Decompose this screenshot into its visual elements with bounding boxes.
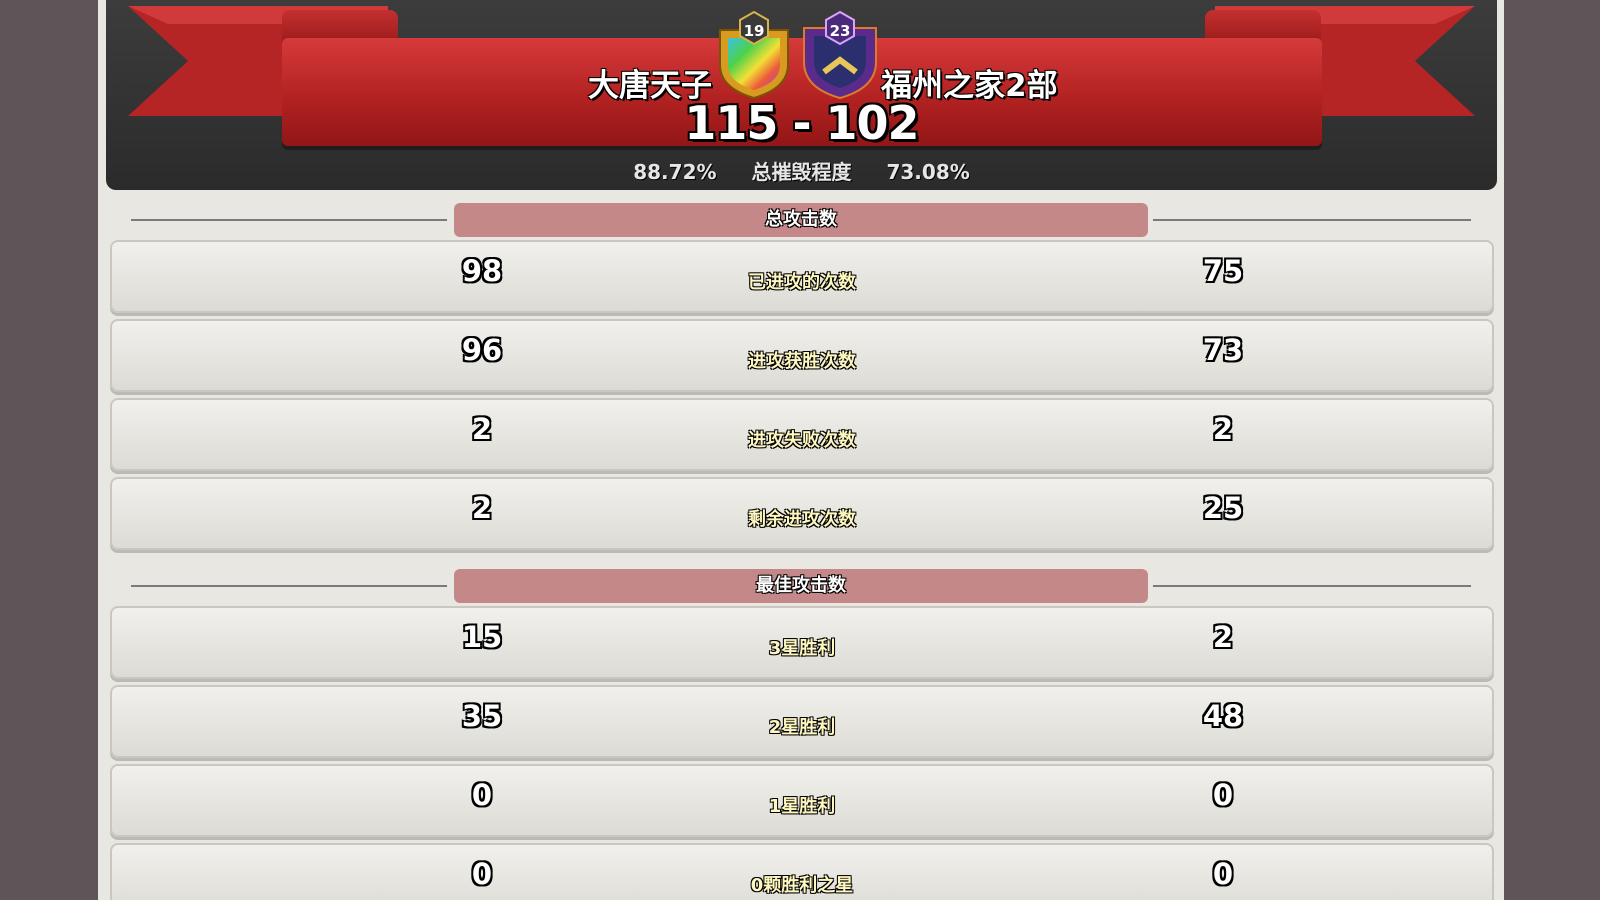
stat-row-two-star: 35 2星胜利 48 — [110, 685, 1494, 758]
right-clan-level: 23 — [829, 22, 851, 40]
stat-row-three-star: 15 3星胜利 2 — [110, 606, 1494, 679]
war-header: 大唐天子 19 23 福州之家2部 115 - 102 88.72% 总摧毁程度… — [106, 0, 1497, 190]
section-divider — [131, 219, 447, 221]
right-value: 2 — [1212, 412, 1234, 446]
stat-label: 2星胜利 — [768, 717, 836, 738]
purple-shield-clan-badge-icon[interactable]: 23 — [800, 10, 880, 100]
left-destruction-percent: 88.72% — [633, 160, 717, 184]
section-divider — [1153, 219, 1471, 221]
stat-row-attacks-used: 98 已进攻的次数 75 — [110, 240, 1494, 313]
war-score: 115 - 102 — [684, 96, 919, 150]
section-header-best-attacks: 最佳攻击数 — [98, 569, 1504, 603]
right-value: 75 — [1202, 254, 1244, 288]
right-value: 48 — [1202, 699, 1244, 733]
right-value: 0 — [1212, 857, 1234, 891]
section-header-total-attacks: 总攻击数 — [98, 203, 1504, 237]
stat-row-attacks-remaining: 2 剩余进攻次数 25 — [110, 477, 1494, 550]
right-value: 73 — [1202, 333, 1244, 367]
stat-row-attacks-won: 96 进攻获胜次数 73 — [110, 319, 1494, 392]
war-stats-panel: 大唐天子 19 23 福州之家2部 115 - 102 88.72% 总摧毁程度… — [98, 0, 1504, 900]
section-divider — [1153, 585, 1471, 587]
right-value: 0 — [1212, 778, 1234, 812]
stat-label: 0颗胜利之星 — [750, 875, 854, 896]
right-destruction-percent: 73.08% — [886, 160, 970, 184]
section-divider — [131, 585, 447, 587]
stat-row-zero-star: 0 0颗胜利之星 0 — [110, 843, 1494, 900]
right-value: 2 — [1212, 620, 1234, 654]
stat-label: 进攻获胜次数 — [748, 351, 856, 372]
stat-label: 进攻失败次数 — [748, 430, 856, 451]
stat-label: 1星胜利 — [768, 796, 836, 817]
section-title: 最佳攻击数 — [454, 569, 1148, 603]
stat-row-attacks-lost: 2 进攻失败次数 2 — [110, 398, 1494, 471]
destruction-label: 总摧毁程度 — [751, 160, 852, 184]
right-value: 25 — [1202, 491, 1244, 525]
stat-label: 剩余进攻次数 — [748, 509, 856, 530]
stat-row-one-star: 0 1星胜利 0 — [110, 764, 1494, 837]
rainbow-shield-clan-badge-icon[interactable]: 19 — [714, 10, 794, 100]
stat-label: 已进攻的次数 — [748, 272, 856, 293]
left-clan-level: 19 — [743, 22, 765, 40]
stat-label: 3星胜利 — [768, 638, 836, 659]
section-title: 总攻击数 — [454, 203, 1148, 237]
destruction-summary: 88.72% 总摧毁程度 73.08% — [106, 156, 1497, 185]
